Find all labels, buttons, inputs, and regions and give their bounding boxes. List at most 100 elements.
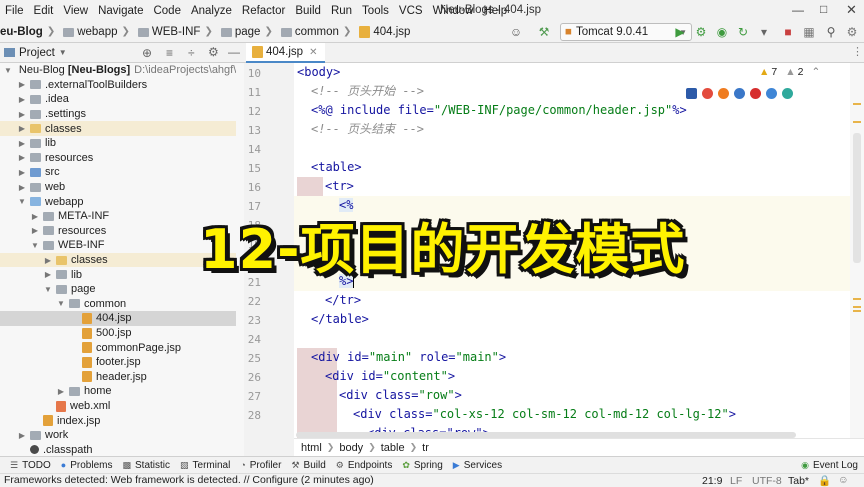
menu-run[interactable]: Run xyxy=(326,5,357,17)
tree-item[interactable]: ▼ page xyxy=(0,282,244,297)
tab-menu-icon[interactable]: ⋮ xyxy=(852,45,863,58)
breadcrumb-webapp[interactable]: webapp ❯ xyxy=(63,26,138,38)
editor-scrollbar[interactable] xyxy=(850,63,864,438)
opera-icon[interactable] xyxy=(750,88,761,99)
menu-edit[interactable]: Edit xyxy=(29,5,59,17)
breadcrumb-file[interactable]: 404.jsp xyxy=(359,25,412,38)
tool-event-log[interactable]: ◉ Event Log xyxy=(801,460,858,471)
warning-marker[interactable] xyxy=(853,298,861,300)
project-panel-title[interactable]: Project xyxy=(19,47,55,59)
chevron-right-icon[interactable]: ▶ xyxy=(17,95,27,104)
tree-item[interactable]: footer.jsp xyxy=(0,355,244,370)
breadcrumb-table[interactable]: table xyxy=(378,442,408,454)
warning-marker[interactable] xyxy=(853,121,861,123)
close-tab-icon[interactable]: ✕ xyxy=(309,47,317,58)
settings-gear-icon[interactable]: ⚙ xyxy=(208,45,219,59)
tool-problems[interactable]: ● Problems xyxy=(61,460,113,471)
breadcrumb-common[interactable]: common ❯ xyxy=(280,26,360,38)
warning-marker[interactable] xyxy=(853,103,861,105)
chevron-down-icon[interactable]: ▼ xyxy=(43,285,53,294)
tree-item[interactable]: ▶ .externalToolBuilders xyxy=(0,78,244,93)
chevron-right-icon[interactable]: ▶ xyxy=(30,212,40,221)
chevron-right-icon[interactable]: ▶ xyxy=(17,110,27,119)
menu-vcs[interactable]: VCS xyxy=(394,5,428,17)
warning-marker[interactable] xyxy=(853,310,861,312)
project-structure-icon[interactable]: ▦ xyxy=(801,24,817,40)
menu-view[interactable]: View xyxy=(58,5,93,17)
search-everywhere-icon[interactable]: ⚲ xyxy=(823,24,839,40)
breadcrumb-page[interactable]: page ❯ xyxy=(220,26,281,38)
caret-position[interactable]: 21:9 xyxy=(702,475,722,487)
build-hammer-icon[interactable]: ⚒ xyxy=(536,24,552,40)
expand-all-icon[interactable]: ÷ xyxy=(188,46,195,60)
locate-file-icon[interactable]: ⊕ xyxy=(142,46,152,60)
stop-icon[interactable]: ■ xyxy=(780,24,796,40)
minimize-icon[interactable]: — xyxy=(792,3,804,17)
coverage-icon[interactable]: ◉ xyxy=(714,24,730,40)
warning-marker[interactable] xyxy=(853,306,861,308)
tool-terminal[interactable]: ▧ Terminal xyxy=(180,460,230,471)
chevron-right-icon[interactable]: ▶ xyxy=(56,387,66,396)
tree-item-root[interactable]: ▼ Neu-Blog [Neu-Blogs] D:\ideaProjects\ahg… xyxy=(0,63,244,78)
breadcrumb-web-inf[interactable]: WEB-INF ❯ xyxy=(137,26,221,38)
breadcrumb-html[interactable]: html xyxy=(298,442,325,454)
tool-todo[interactable]: ☰ TODO xyxy=(10,460,51,471)
menu-tools[interactable]: Tools xyxy=(357,5,394,17)
menu-build[interactable]: Build xyxy=(290,5,326,17)
ie-icon[interactable] xyxy=(766,88,777,99)
tree-item[interactable]: ▶ lib xyxy=(0,136,244,151)
tree-item[interactable]: ▶ .settings xyxy=(0,107,244,122)
tool-profiler[interactable]: ◔ Profiler xyxy=(240,460,281,471)
chrome-icon[interactable] xyxy=(702,88,713,99)
chevron-right-icon[interactable]: ▶ xyxy=(43,270,53,279)
lock-icon[interactable]: 🔒 xyxy=(818,474,831,487)
tool-spring[interactable]: ✿ Spring xyxy=(402,460,442,471)
tree-item[interactable]: ▶ resources xyxy=(0,151,244,166)
chevron-right-icon[interactable]: ▶ xyxy=(17,431,27,440)
tab-404-jsp[interactable]: 404.jsp ✕ xyxy=(246,43,326,63)
tree-item[interactable]: ▶ home xyxy=(0,384,244,399)
menu-code[interactable]: Code xyxy=(148,5,186,17)
menu-navigate[interactable]: Navigate xyxy=(93,5,148,17)
more-run-icon[interactable]: ▾ xyxy=(756,24,772,40)
tool-statistic[interactable]: ▩ Statistic xyxy=(122,460,170,471)
intellij-browser-icon[interactable] xyxy=(686,88,697,99)
tree-item[interactable]: ▶ classes xyxy=(0,121,244,136)
tool-endpoints[interactable]: ⚙ Endpoints xyxy=(336,460,393,471)
safari-icon[interactable] xyxy=(734,88,745,99)
status-message[interactable]: Frameworks detected: Web framework is de… xyxy=(0,474,374,486)
menu-refactor[interactable]: Refactor xyxy=(237,5,290,17)
inspection-widget[interactable]: ▲ 7 ▲ 2 ⌃ xyxy=(759,66,820,78)
tree-item[interactable]: .classpath xyxy=(0,443,244,456)
chevron-up-icon[interactable]: ⌃ xyxy=(812,66,821,78)
profile-icon[interactable]: ↻ xyxy=(735,24,751,40)
file-encoding[interactable]: UTF-8 xyxy=(752,475,782,487)
chevron-down-icon[interactable]: ▼ xyxy=(30,241,40,250)
tree-item[interactable]: ▶ src xyxy=(0,165,244,180)
user-icon[interactable]: ☺ xyxy=(508,24,524,40)
scroll-thumb[interactable] xyxy=(853,133,861,263)
run-icon[interactable]: ▶ xyxy=(672,24,688,40)
chevron-right-icon[interactable]: ▶ xyxy=(17,139,27,148)
chevron-right-icon[interactable]: ▶ xyxy=(17,168,27,177)
tree-item[interactable]: ▶ .idea xyxy=(0,92,244,107)
chevron-right-icon[interactable]: ▶ xyxy=(17,80,27,89)
tree-item[interactable]: ▼ common xyxy=(0,297,244,312)
tree-item[interactable]: web.xml xyxy=(0,399,244,414)
debug-icon[interactable]: ⚙ xyxy=(693,24,709,40)
tree-item-selected[interactable]: 404.jsp xyxy=(0,311,244,326)
firefox-icon[interactable] xyxy=(718,88,729,99)
indent-setting[interactable]: Tab* xyxy=(788,475,809,487)
settings-gear-icon[interactable]: ⚙ xyxy=(844,24,860,40)
edge-icon[interactable] xyxy=(782,88,793,99)
chevron-down-icon[interactable]: ▼ xyxy=(59,48,67,57)
tree-item[interactable]: 500.jsp xyxy=(0,326,244,341)
chevron-right-icon[interactable]: ▶ xyxy=(17,183,27,192)
breadcrumb-project[interactable]: eu-Blog ❯ xyxy=(0,26,63,38)
breadcrumb-body[interactable]: body xyxy=(336,442,366,454)
chevron-down-icon[interactable]: ▼ xyxy=(17,197,27,206)
chevron-right-icon[interactable]: ▶ xyxy=(17,124,27,133)
close-icon[interactable]: ✕ xyxy=(846,2,857,18)
chevron-down-icon[interactable]: ▼ xyxy=(4,66,12,75)
collapse-all-icon[interactable]: ≡ xyxy=(166,46,173,60)
